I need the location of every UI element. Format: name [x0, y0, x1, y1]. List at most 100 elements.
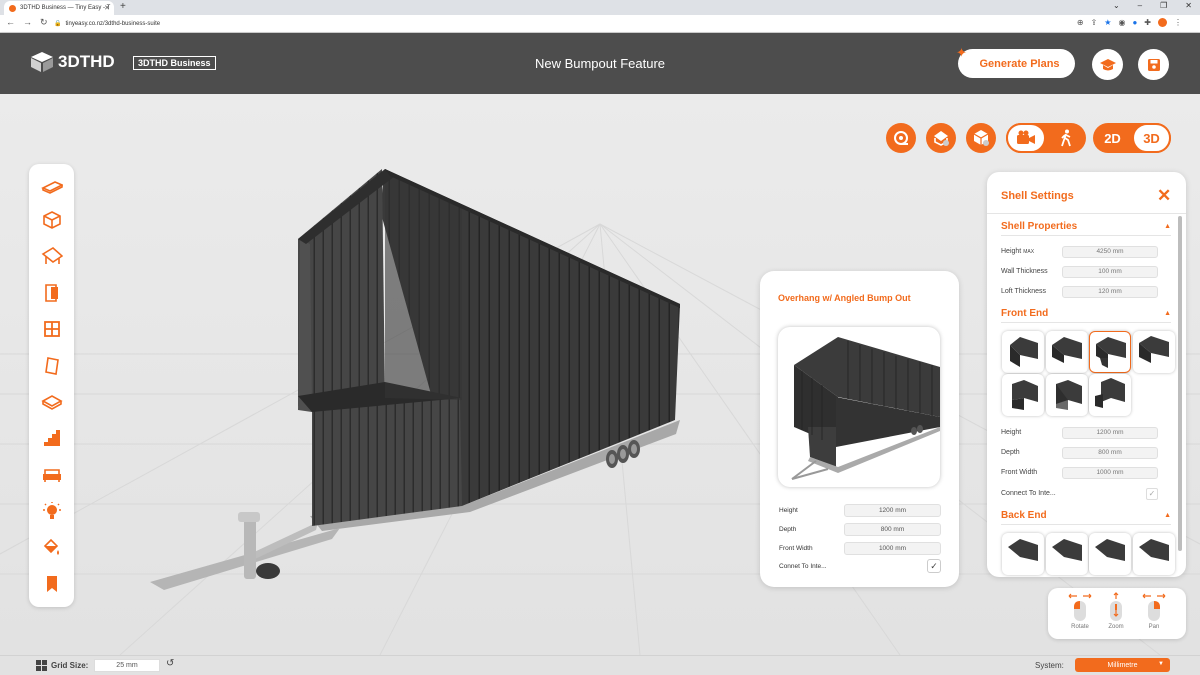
generate-plans-button[interactable]: Generate Plans: [958, 49, 1075, 78]
house-view-button[interactable]: [926, 123, 956, 153]
url-text: tinyeasy.co.nz/3dthd-business-suite: [65, 20, 161, 27]
preview-height-row: Height 1200 mm: [779, 503, 941, 517]
back-end-thumbnail: [1052, 539, 1082, 561]
grid-size-input[interactable]: 25 mm: [94, 659, 160, 672]
front-depth-label: Depth: [1001, 449, 1020, 456]
orbit-camera-button[interactable]: [1006, 123, 1046, 153]
front-end-option-6[interactable]: [1046, 374, 1088, 416]
front-end-thumbnail: [1056, 380, 1082, 410]
rotate-hint: Rotate: [1062, 592, 1098, 636]
door-icon: [44, 283, 58, 302]
wall-thickness-field[interactable]: 100 mm: [1062, 265, 1158, 278]
graduation-cap-icon: [1099, 58, 1116, 70]
rotate-label: Rotate: [1071, 624, 1089, 630]
shell-height-row: Height MAX 4250 mm: [1001, 245, 1158, 258]
back-end-option-3[interactable]: [1089, 533, 1131, 575]
walk-mode-button[interactable]: [1046, 123, 1086, 153]
menu-dots-icon[interactable]: ⋮: [1174, 18, 1182, 27]
front-width-field[interactable]: 1000 mm: [1062, 466, 1158, 479]
section-back-end[interactable]: Back End ▲: [1001, 507, 1171, 525]
preview-depth-field[interactable]: 800 mm: [844, 522, 941, 536]
tab-close-button[interactable]: ✕: [104, 4, 110, 12]
preview-height-field[interactable]: 1200 mm: [844, 503, 941, 517]
star-icon[interactable]: ★: [1104, 18, 1111, 27]
camera-ext-icon[interactable]: ◉: [1118, 18, 1125, 27]
sofa-icon: [42, 468, 61, 482]
bookmark-icon: [46, 575, 57, 592]
browser-tab-strip: 3DTHD Business — Tiny Easy - T ✕ + ⌄ – ❐…: [0, 0, 1200, 15]
tool-roof[interactable]: [38, 242, 65, 269]
dimension-toggle: 2D 3D: [1093, 123, 1171, 153]
generate-plans-label: Generate Plans: [979, 57, 1060, 70]
loft-thickness-field[interactable]: 120 mm: [1062, 285, 1158, 298]
tool-floor[interactable]: [38, 388, 65, 415]
front-end-option-3-selected[interactable]: [1089, 331, 1131, 373]
unit-system-select[interactable]: Millimetre ▼: [1075, 658, 1170, 672]
maximize-button[interactable]: ❐: [1160, 1, 1167, 10]
preview-width-row: Front Width 1000 mm: [779, 541, 941, 555]
box-view-button[interactable]: [966, 123, 996, 153]
url-field[interactable]: 🔒 tinyeasy.co.nz/3dthd-business-suite: [54, 17, 1054, 30]
front-end-option-7[interactable]: [1089, 374, 1131, 416]
zoom-icon[interactable]: ⊕: [1077, 18, 1084, 27]
front-end-option-2[interactable]: [1046, 331, 1088, 373]
tool-furniture[interactable]: [38, 461, 65, 488]
reset-grid-icon[interactable]: ↺: [166, 658, 174, 669]
tool-trailer[interactable]: [38, 173, 65, 200]
front-height-field[interactable]: 1200 mm: [1062, 426, 1158, 439]
system-label: System:: [1035, 661, 1064, 670]
left-toolbar: [29, 164, 74, 607]
2d-button[interactable]: 2D: [1093, 123, 1132, 153]
tool-stairs[interactable]: [38, 424, 65, 451]
reload-icon[interactable]: ↻: [40, 17, 48, 28]
shell-properties-title: Shell Properties: [1001, 221, 1078, 232]
back-end-option-1[interactable]: [1002, 533, 1044, 575]
lightbulb-icon: [42, 501, 61, 519]
new-tab-button[interactable]: +: [120, 1, 126, 12]
panel-scrollbar[interactable]: [1178, 216, 1182, 551]
tool-windows[interactable]: [38, 315, 65, 342]
tool-doors[interactable]: [38, 279, 65, 306]
front-depth-field[interactable]: 800 mm: [1062, 446, 1158, 459]
tool-walls[interactable]: [38, 352, 65, 379]
tool-bookmark[interactable]: [38, 570, 65, 597]
minimize-button[interactable]: –: [1138, 1, 1142, 10]
back-end-option-4[interactable]: [1133, 533, 1175, 575]
front-end-option-4[interactable]: [1133, 331, 1175, 373]
grid-size-label: Grid Size:: [36, 660, 88, 671]
back-icon[interactable]: ←: [6, 17, 15, 28]
back-end-option-2[interactable]: [1046, 533, 1088, 575]
section-shell-properties[interactable]: Shell Properties ▲: [1001, 218, 1171, 236]
profile-avatar[interactable]: [1158, 18, 1167, 27]
graduation-cap-button[interactable]: [1092, 49, 1123, 80]
tool-paint[interactable]: [38, 534, 65, 561]
close-panel-button[interactable]: ✕: [1157, 186, 1171, 206]
extension-icons: ⊕ ⇪ ★ ◉ ● ✚ ⋮: [1077, 18, 1182, 27]
back-end-thumbnail: [1095, 539, 1125, 561]
front-connect-checkbox[interactable]: ✓: [1146, 487, 1158, 500]
tool-shell[interactable]: [38, 206, 65, 233]
tab-search-button[interactable]: ⌄: [1113, 1, 1120, 10]
browser-tab[interactable]: 3DTHD Business — Tiny Easy - T ✕: [4, 1, 114, 15]
preview-connect-checkbox[interactable]: ✓: [927, 559, 941, 573]
front-height-label: Height: [1001, 429, 1022, 436]
3d-button[interactable]: 3D: [1132, 123, 1171, 153]
shell-height-field[interactable]: 4250 mm: [1062, 245, 1158, 258]
preview-connect-label: Connet To Inte...: [779, 562, 827, 570]
front-end-option-1[interactable]: [1002, 331, 1044, 373]
close-window-button[interactable]: ✕: [1185, 1, 1192, 10]
app-header: 3DTHD 3DTHD Business New Bumpout Feature…: [0, 33, 1200, 94]
front-end-option-5[interactable]: [1002, 374, 1044, 416]
ext-blue-icon[interactable]: ●: [1132, 18, 1137, 27]
section-front-end[interactable]: Front End ▲: [1001, 305, 1171, 323]
front-width-row: Front Width 1000 mm: [1001, 466, 1158, 479]
share-icon[interactable]: ⇪: [1091, 18, 1098, 27]
preview-width-label: Front Width: [779, 544, 813, 552]
puzzle-icon[interactable]: ✚: [1144, 18, 1151, 27]
forward-icon[interactable]: →: [23, 17, 32, 28]
save-button[interactable]: [1138, 49, 1169, 80]
floor-icon: [40, 394, 63, 410]
tool-lighting[interactable]: [38, 497, 65, 524]
measure-view-button[interactable]: [886, 123, 916, 153]
preview-width-field[interactable]: 1000 mm: [844, 541, 941, 555]
